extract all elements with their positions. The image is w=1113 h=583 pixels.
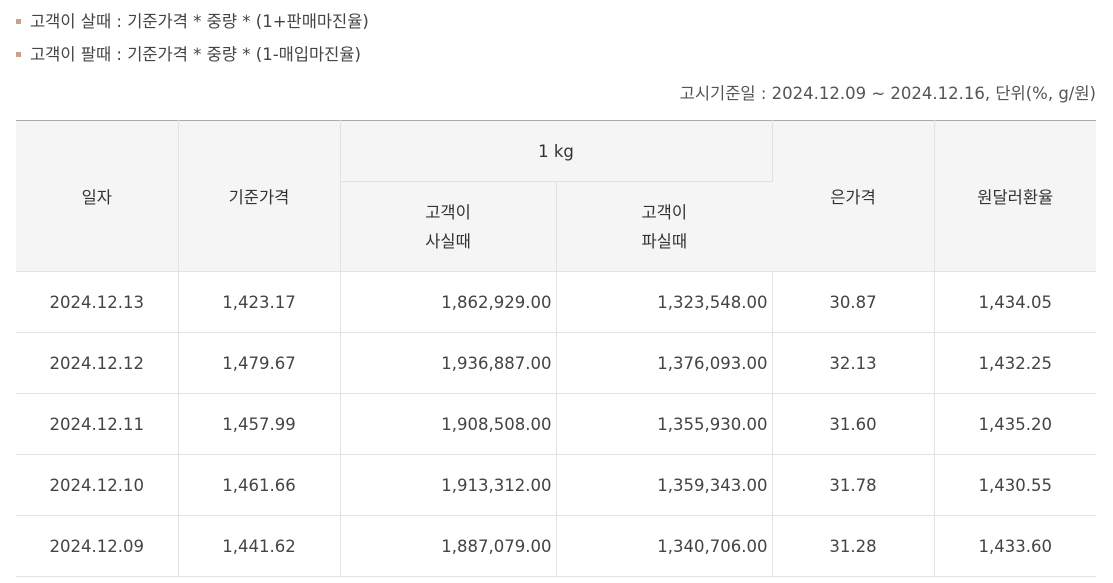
cell-base-price: 1,461.66	[178, 454, 341, 516]
cell-customer-sell: 1,355,930.00	[556, 393, 773, 455]
cell-customer-buy: 1,862,929.00	[340, 271, 557, 333]
header-unit-group: 1 kg	[340, 120, 773, 182]
cell-silver-price: 32.13	[772, 332, 935, 394]
table-row: 2024.12.10 1,461.66 1,913,312.00 1,359,3…	[16, 454, 1096, 516]
cell-customer-buy: 1,936,887.00	[340, 332, 557, 394]
cell-exchange-rate: 1,430.55	[934, 454, 1096, 516]
cell-silver-price: 30.87	[772, 271, 935, 333]
table-row: 2024.12.12 1,479.67 1,936,887.00 1,376,0…	[16, 332, 1096, 394]
header-exchange-rate: 원달러환율	[934, 120, 1096, 272]
bullet-icon	[16, 19, 21, 24]
price-table: 일자 기준가격 1 kg 은가격 원달러환율 고객이 사실때 고객이 파실때 2…	[16, 120, 1096, 577]
header-date: 일자	[16, 120, 179, 272]
cell-exchange-rate: 1,434.05	[934, 271, 1096, 333]
sell-formula-text: 고객이 팔때 : 기준가격 * 중량 * (1-매입마진율)	[30, 45, 361, 64]
cell-date: 2024.12.12	[16, 332, 179, 394]
cell-exchange-rate: 1,432.25	[934, 332, 1096, 394]
buy-formula-note: 고객이 살때 : 기준가격 * 중량 * (1+판매마진율)	[16, 10, 369, 34]
cell-exchange-rate: 1,433.60	[934, 515, 1096, 577]
header-customer-buy-line2: 사실때	[425, 231, 471, 251]
table-row: 2024.12.09 1,441.62 1,887,079.00 1,340,7…	[16, 515, 1096, 577]
cell-customer-buy: 1,913,312.00	[340, 454, 557, 516]
cell-base-price: 1,457.99	[178, 393, 341, 455]
cell-customer-sell: 1,376,093.00	[556, 332, 773, 394]
notice-date-unit: 고시기준일 : 2024.12.09 ~ 2024.12.16, 단위(%, g…	[679, 84, 1096, 103]
cell-date: 2024.12.13	[16, 271, 179, 333]
header-customer-buy: 고객이 사실때	[340, 181, 557, 272]
cell-base-price: 1,479.67	[178, 332, 341, 394]
cell-date: 2024.12.10	[16, 454, 179, 516]
table-row: 2024.12.13 1,423.17 1,862,929.00 1,323,5…	[16, 271, 1096, 333]
cell-date: 2024.12.11	[16, 393, 179, 455]
header-row: 일자 기준가격 1 kg 은가격 원달러환율	[16, 120, 1096, 272]
bullet-icon	[16, 52, 21, 57]
cell-customer-sell: 1,359,343.00	[556, 454, 773, 516]
cell-silver-price: 31.78	[772, 454, 935, 516]
header-customer-sell-line1: 고객이	[641, 202, 688, 222]
header-customer-sell: 고객이 파실때	[556, 181, 772, 272]
cell-customer-buy: 1,887,079.00	[340, 515, 557, 577]
cell-customer-sell: 1,340,706.00	[556, 515, 773, 577]
header-customer-sell-line2: 파실때	[641, 231, 688, 251]
header-silver-price: 은가격	[772, 120, 935, 272]
cell-base-price: 1,423.17	[178, 271, 341, 333]
cell-customer-sell: 1,323,548.00	[556, 271, 773, 333]
cell-exchange-rate: 1,435.20	[934, 393, 1096, 455]
cell-silver-price: 31.28	[772, 515, 935, 577]
cell-date: 2024.12.09	[16, 515, 179, 577]
header-base-price: 기준가격	[178, 120, 341, 272]
formula-notes: 고객이 살때 : 기준가격 * 중량 * (1+판매마진율) 고객이 팔때 : …	[16, 10, 369, 76]
table-row: 2024.12.11 1,457.99 1,908,508.00 1,355,9…	[16, 393, 1096, 455]
cell-silver-price: 31.60	[772, 393, 935, 455]
sell-formula-note: 고객이 팔때 : 기준가격 * 중량 * (1-매입마진율)	[16, 43, 369, 67]
buy-formula-text: 고객이 살때 : 기준가격 * 중량 * (1+판매마진율)	[30, 12, 369, 31]
cell-base-price: 1,441.62	[178, 515, 341, 577]
cell-customer-buy: 1,908,508.00	[340, 393, 557, 455]
header-customer-buy-line1: 고객이	[425, 202, 471, 222]
